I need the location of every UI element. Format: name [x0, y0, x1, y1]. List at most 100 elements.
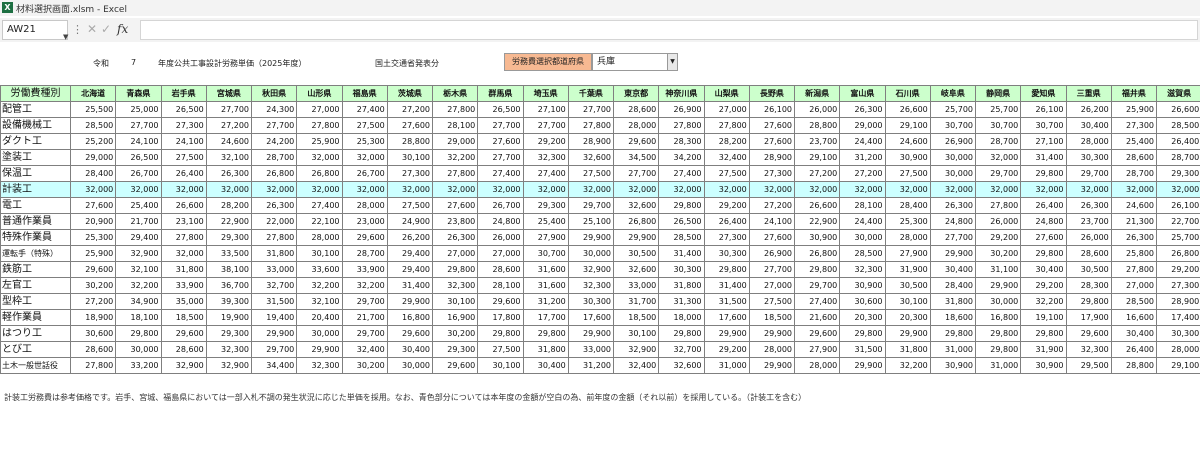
- rate-cell[interactable]: 29,200: [1155, 261, 1200, 278]
- rate-cell[interactable]: 28,800: [793, 117, 841, 134]
- rate-cell[interactable]: 26,800: [612, 213, 660, 230]
- rate-cell[interactable]: 23,700: [1065, 213, 1112, 230]
- rate-cell[interactable]: 26,400: [703, 213, 750, 230]
- rate-cell[interactable]: 28,600: [160, 341, 207, 358]
- rate-cell[interactable]: 30,700: [522, 245, 569, 262]
- rate-cell[interactable]: 32,000: [974, 149, 1022, 166]
- rate-cell[interactable]: 32,900: [612, 341, 660, 358]
- name-box[interactable]: AW21 ▼: [2, 20, 68, 41]
- rate-cell[interactable]: 31,700: [612, 293, 660, 310]
- rate-cell[interactable]: 31,800: [658, 277, 705, 294]
- rate-cell[interactable]: 29,900: [386, 293, 434, 310]
- rate-cell[interactable]: 32,600: [567, 149, 615, 166]
- rate-cell[interactable]: 31,400: [703, 277, 750, 294]
- rate-cell[interactable]: 25,300: [69, 229, 117, 246]
- rate-cell[interactable]: 25,300: [341, 133, 388, 150]
- rate-cell[interactable]: 32,000: [160, 245, 207, 262]
- rate-cell[interactable]: 29,700: [341, 325, 388, 342]
- rate-cell[interactable]: 32,000: [612, 181, 660, 198]
- rate-cell[interactable]: 29,700: [567, 197, 615, 214]
- rate-cell[interactable]: 26,500: [658, 213, 705, 230]
- rate-cell[interactable]: 24,400: [839, 213, 886, 230]
- rate-cell[interactable]: 26,600: [160, 197, 207, 214]
- rate-cell[interactable]: 32,000: [567, 181, 615, 198]
- rate-cell[interactable]: 32,100: [296, 293, 343, 310]
- rate-cell[interactable]: 30,100: [296, 245, 343, 262]
- rate-cell[interactable]: 32,000: [1020, 181, 1067, 198]
- rate-cell[interactable]: 29,600: [793, 325, 841, 342]
- rate-cell[interactable]: 26,000: [974, 213, 1022, 230]
- rate-cell[interactable]: 29,700: [793, 277, 841, 294]
- rate-cell[interactable]: 27,600: [386, 117, 434, 134]
- rate-cell[interactable]: 32,200: [115, 277, 162, 294]
- rate-cell[interactable]: 29,000: [431, 133, 479, 150]
- rate-cell[interactable]: 27,300: [386, 165, 434, 182]
- rate-cell[interactable]: 27,200: [205, 117, 253, 134]
- rate-cell[interactable]: 31,400: [658, 245, 705, 262]
- rate-cell[interactable]: 30,100: [386, 149, 434, 166]
- rate-cell[interactable]: 24,100: [160, 133, 207, 150]
- rate-cell[interactable]: 28,600: [1110, 149, 1158, 166]
- rate-cell[interactable]: 25,700: [1155, 229, 1200, 246]
- rate-cell[interactable]: 18,500: [160, 309, 207, 326]
- rate-cell[interactable]: 28,600: [1065, 245, 1112, 262]
- rate-cell[interactable]: 31,000: [974, 357, 1022, 374]
- rate-cell[interactable]: 32,200: [1020, 293, 1067, 310]
- rate-cell[interactable]: 29,800: [477, 325, 524, 342]
- rate-cell[interactable]: 27,400: [341, 101, 388, 118]
- rate-cell[interactable]: 27,600: [477, 133, 524, 150]
- rate-cell[interactable]: 30,400: [522, 357, 569, 374]
- column-header-prefecture[interactable]: 滋賀県: [1155, 85, 1200, 102]
- rate-cell[interactable]: 17,400: [1155, 309, 1200, 326]
- rate-cell[interactable]: 29,600: [386, 325, 434, 342]
- rate-cell[interactable]: 29,100: [1155, 357, 1200, 374]
- rate-cell[interactable]: 24,600: [884, 133, 931, 150]
- rate-cell[interactable]: 27,900: [884, 245, 931, 262]
- row-label-cell[interactable]: 左官工: [0, 277, 71, 294]
- rate-cell[interactable]: 27,300: [160, 117, 207, 134]
- rate-cell[interactable]: 34,400: [250, 357, 298, 374]
- rate-cell[interactable]: 27,700: [477, 117, 524, 134]
- rate-cell[interactable]: 27,600: [748, 133, 796, 150]
- rate-cell[interactable]: 28,900: [748, 149, 796, 166]
- rate-cell[interactable]: 27,400: [477, 165, 524, 182]
- rate-cell[interactable]: 24,800: [1020, 213, 1067, 230]
- rate-cell[interactable]: 30,000: [929, 149, 977, 166]
- rate-cell[interactable]: 20,900: [69, 213, 117, 230]
- rate-cell[interactable]: 27,700: [205, 101, 253, 118]
- row-label-cell[interactable]: とび工: [0, 341, 71, 358]
- rate-cell[interactable]: 27,300: [1155, 277, 1200, 294]
- rate-cell[interactable]: 28,000: [1065, 133, 1112, 150]
- rate-cell[interactable]: 28,400: [884, 197, 931, 214]
- rate-cell[interactable]: 30,200: [69, 277, 117, 294]
- rate-cell[interactable]: 26,000: [793, 101, 841, 118]
- rate-cell[interactable]: 26,900: [658, 101, 705, 118]
- rate-cell[interactable]: 32,000: [1155, 181, 1200, 198]
- rate-cell[interactable]: 32,000: [839, 181, 886, 198]
- rate-cell[interactable]: 32,000: [658, 181, 705, 198]
- rate-cell[interactable]: 22,900: [793, 213, 841, 230]
- rate-cell[interactable]: 25,200: [69, 133, 117, 150]
- rate-cell[interactable]: 27,300: [703, 229, 750, 246]
- rate-cell[interactable]: 27,700: [929, 229, 977, 246]
- rate-cell[interactable]: 31,600: [522, 277, 569, 294]
- rate-cell[interactable]: 28,100: [431, 117, 479, 134]
- rate-cell[interactable]: 27,500: [748, 293, 796, 310]
- rate-cell[interactable]: 30,200: [341, 357, 388, 374]
- rate-cell[interactable]: 28,600: [69, 341, 117, 358]
- rate-cell[interactable]: 26,700: [115, 165, 162, 182]
- rate-cell[interactable]: 29,600: [341, 229, 388, 246]
- rate-cell[interactable]: 26,800: [793, 245, 841, 262]
- rate-cell[interactable]: 26,300: [1110, 229, 1158, 246]
- rate-cell[interactable]: 25,300: [884, 213, 931, 230]
- rate-cell[interactable]: 24,600: [1110, 197, 1158, 214]
- rate-cell[interactable]: 33,600: [296, 261, 343, 278]
- rate-cell[interactable]: 25,400: [522, 213, 569, 230]
- rate-cell[interactable]: 28,500: [839, 245, 886, 262]
- rate-cell[interactable]: 29,900: [296, 341, 343, 358]
- rate-cell[interactable]: 32,300: [431, 277, 479, 294]
- rate-cell[interactable]: 27,000: [296, 101, 343, 118]
- rate-cell[interactable]: 32,000: [703, 181, 750, 198]
- chevron-down-icon[interactable]: ▼: [63, 28, 68, 46]
- rate-cell[interactable]: 34,900: [115, 293, 162, 310]
